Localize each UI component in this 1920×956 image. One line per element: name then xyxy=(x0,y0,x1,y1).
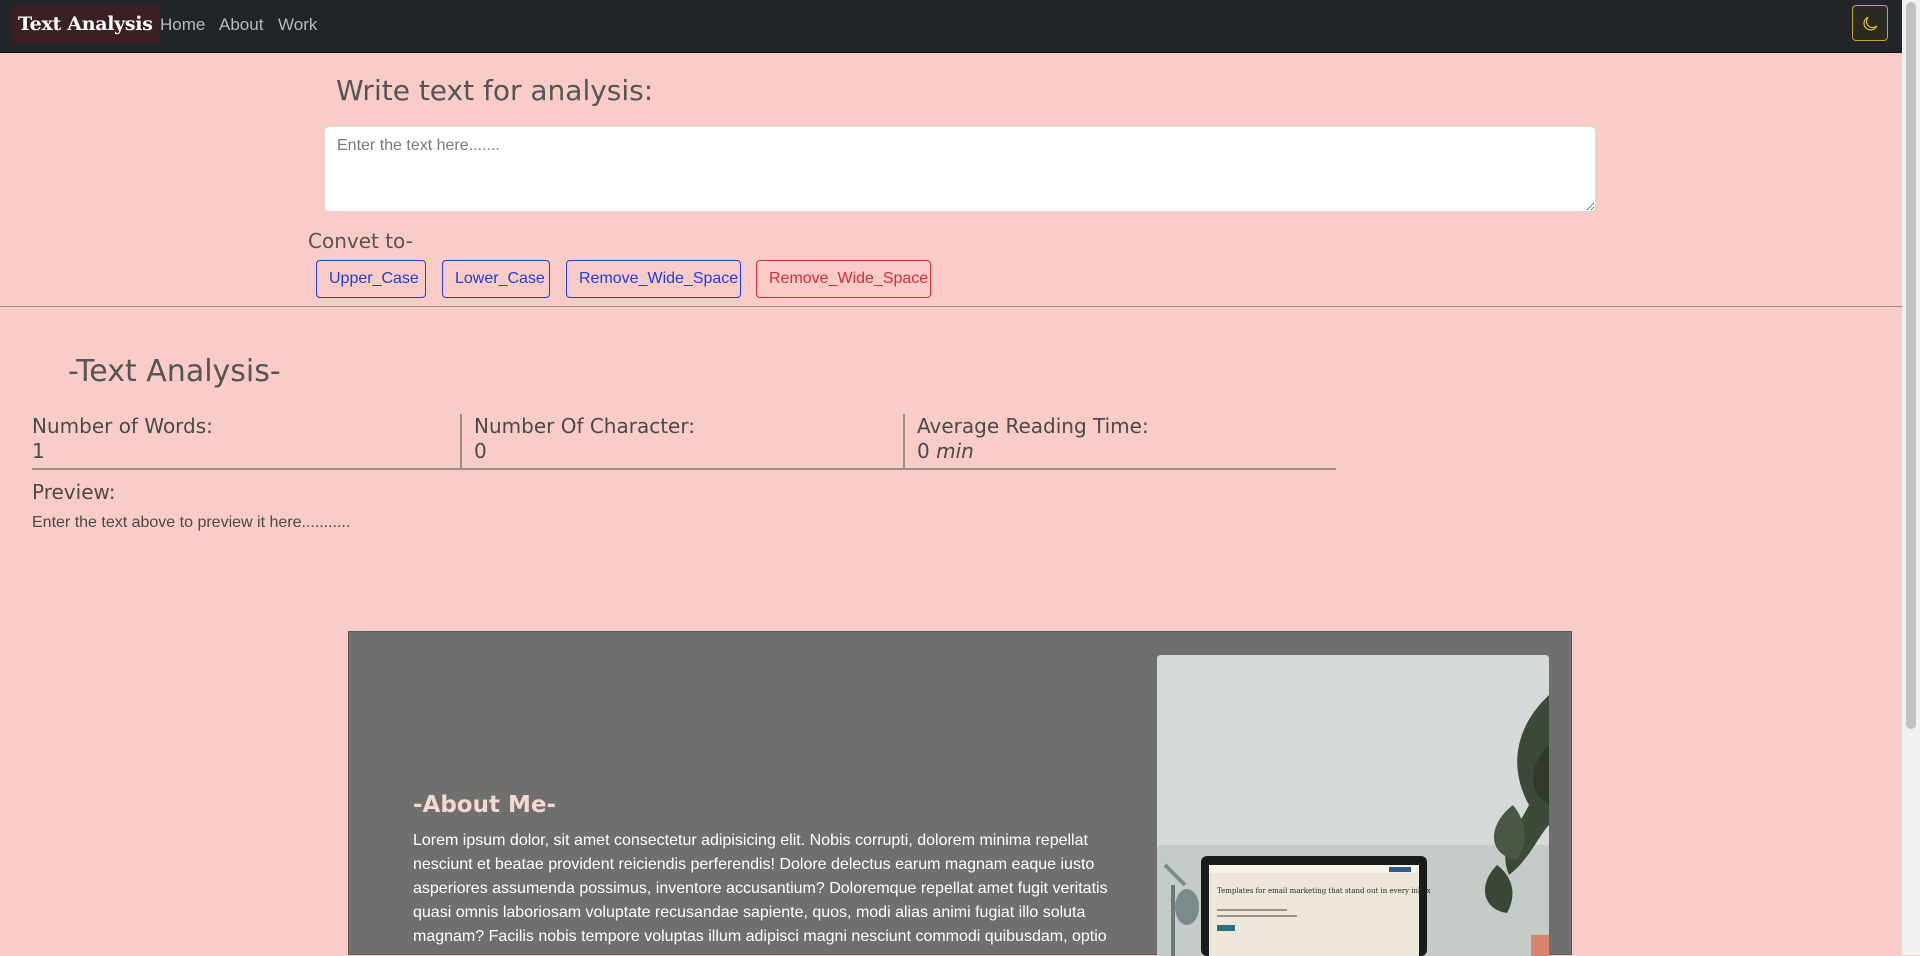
preview-label: Preview: xyxy=(32,480,116,504)
nav-link-home[interactable]: Home xyxy=(160,15,205,35)
about-title: -About Me- xyxy=(413,792,557,818)
text-input[interactable] xyxy=(324,126,1596,212)
navbar: Text Analysis Home About Work xyxy=(0,0,1902,53)
workspace-photo: Templates for email marketing that stand… xyxy=(1157,655,1549,956)
remove-wide-space-button[interactable]: Remove_Wide_Space xyxy=(566,260,741,298)
laptop-screen-text: Templates for email marketing that stand… xyxy=(1217,887,1431,895)
stat-unit: min xyxy=(936,439,974,463)
brand-logo[interactable]: Text Analysis xyxy=(12,5,159,43)
theme-toggle-button[interactable] xyxy=(1852,5,1888,41)
stat-label: Average Reading Time: xyxy=(917,414,1149,438)
about-card: -About Me- Lorem ipsum dolor, sit amet c… xyxy=(348,631,1572,956)
stat-value: 0 xyxy=(474,439,487,463)
stat-label: Number of Words: xyxy=(32,414,213,438)
stat-label: Number Of Character: xyxy=(474,414,695,438)
nav-link-work[interactable]: Work xyxy=(278,15,317,35)
analysis-input-heading: Write text for analysis: xyxy=(336,74,654,107)
moon-icon xyxy=(1863,15,1878,33)
lower-case-button[interactable]: Lower_Case xyxy=(442,260,550,298)
section-divider xyxy=(0,306,1902,307)
text-analysis-heading: -Text Analysis- xyxy=(68,354,281,389)
nav-link-about[interactable]: About xyxy=(219,15,263,35)
stat-character-count: Number Of Character: 0 xyxy=(462,414,903,470)
stat-value: 1 xyxy=(32,439,45,463)
stat-word-count: Number of Words: 1 xyxy=(32,414,460,470)
preview-text: Enter the text above to preview it here.… xyxy=(32,514,351,531)
about-image: Templates for email marketing that stand… xyxy=(1157,655,1549,956)
page-scrollbar[interactable] xyxy=(1902,0,1920,955)
about-body: Lorem ipsum dolor, sit amet consectetur … xyxy=(413,832,1108,945)
upper-case-button[interactable]: Upper_Case xyxy=(316,260,426,298)
stat-value: 0 min xyxy=(917,439,974,463)
convert-label: Convet to- xyxy=(308,229,413,253)
scrollbar-thumb[interactable] xyxy=(1906,2,1916,729)
stat-reading-time: Average Reading Time: 0 min xyxy=(905,414,1336,470)
remove-wide-space-danger-button[interactable]: Remove_Wide_Space xyxy=(756,260,931,298)
